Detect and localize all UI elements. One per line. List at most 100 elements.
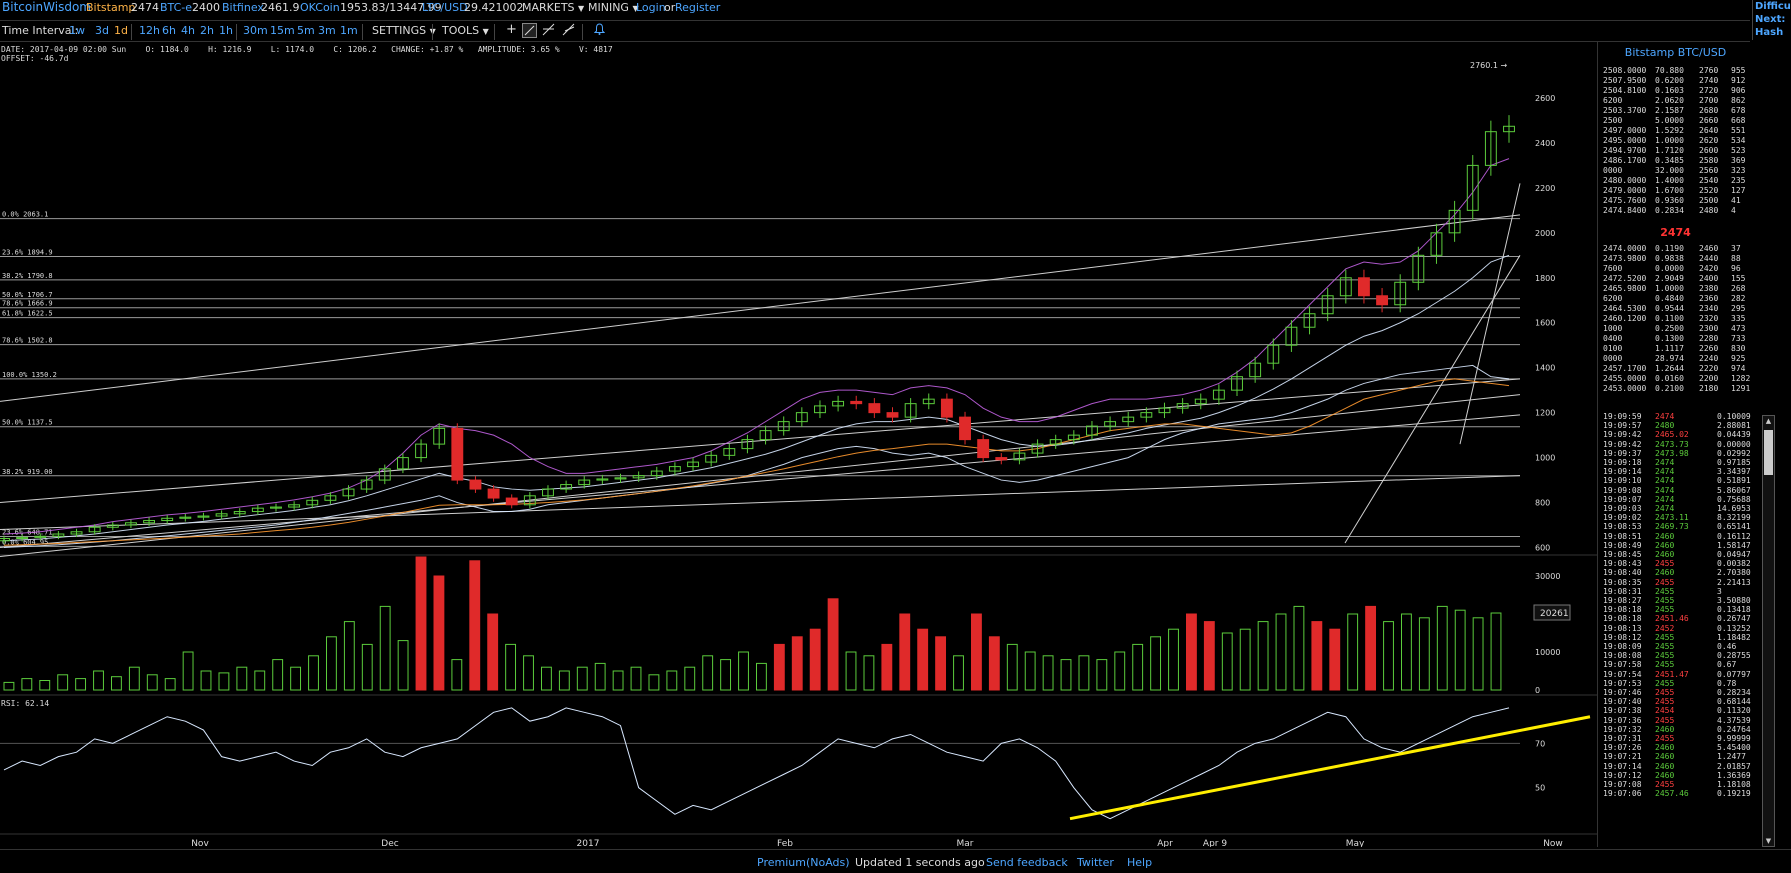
interval-3d[interactable]: 3d — [95, 24, 109, 37]
interval-2h[interactable]: 2h — [200, 24, 214, 37]
trade-cell: 2.70380 — [1717, 568, 1751, 578]
register-link[interactable]: Register — [675, 1, 720, 14]
crosshair-icon[interactable]: + — [506, 22, 517, 37]
interval-12h[interactable]: 12h — [139, 24, 160, 37]
twitter-link[interactable]: Twitter — [1077, 856, 1114, 869]
orderbook-cell: 551 — [1731, 126, 1746, 135]
trade-row: 19:09:14 2474 3.34397 — [1603, 467, 1751, 476]
orderbook-cell: 2640 — [1699, 126, 1719, 135]
bid-row: 0100 1.1117 2260 830 — [1603, 344, 1748, 354]
difficulty-label: Difficu — [1755, 1, 1791, 12]
trade-cell: 19:08:51 — [1603, 531, 1642, 541]
trade-row: 19:09:37 2473.98 0.02992 — [1603, 449, 1751, 458]
trade-cell: 2.21413 — [1717, 577, 1751, 587]
exchange-btce-link[interactable]: BTC-e — [160, 1, 192, 14]
interval-3m[interactable]: 3m — [318, 24, 336, 37]
difficulty-panel: Difficu Next: Hash Ra — [1752, 0, 1791, 40]
exchange-bitfinex-link[interactable]: Bitfinex — [222, 1, 264, 14]
trade-row: 19:08:12 2455 1.18482 — [1603, 633, 1751, 642]
interval-30m[interactable]: 30m — [243, 24, 268, 37]
premium-link[interactable]: Premium(NoAds) — [757, 856, 850, 869]
indicator-line-ma_orange — [3, 378, 1510, 546]
volume-bar — [343, 621, 355, 691]
orderbook-cell: 2508.0000 — [1603, 66, 1647, 75]
send-feedback-link[interactable]: Send feedback — [986, 856, 1068, 869]
orderbook-cell: 2.0620 — [1655, 96, 1684, 105]
trade-cell: 8.32199 — [1717, 513, 1751, 523]
orderbook-cell: 2472.5200 — [1603, 274, 1647, 283]
ask-row: 2503.3700 2.1587 2680 678 — [1603, 106, 1748, 116]
volume-bar — [845, 651, 857, 691]
interval-1h[interactable]: 1h — [219, 24, 233, 37]
orderbook-cell: 862 — [1731, 96, 1746, 105]
bell-icon[interactable] — [593, 23, 606, 38]
interval-1d[interactable]: 1d — [114, 24, 128, 37]
orderbook-cell: 2420 — [1699, 264, 1719, 273]
orderbook-title[interactable]: Bitstamp BTC/USD — [1598, 46, 1753, 59]
orderbook-cell: 830 — [1731, 344, 1746, 353]
orderbook-cell: 0.2500 — [1655, 324, 1684, 333]
mining-menu[interactable]: MINING ▼ — [588, 1, 639, 14]
trade-cell: 3.50880 — [1717, 596, 1751, 605]
mining-menu-label: MINING — [588, 1, 629, 14]
price-chart-area[interactable]: 0.0% 2063.1 23.6% 1894.9 38.2% 1790.8 50.0%… — [0, 42, 1597, 847]
chevron-down-icon: ▼ — [578, 4, 585, 13]
volume-bar — [1311, 621, 1323, 691]
price-axis-tick: 1400 — [1535, 364, 1555, 373]
bid-row: 0000 28.974 2240 925 — [1603, 354, 1748, 364]
trade-cell: 19:09:42 — [1603, 439, 1642, 449]
trade-cell: 0.28755 — [1717, 651, 1751, 661]
scroll-up-icon[interactable]: ▲ — [1764, 416, 1773, 426]
trade-row: 19:09:42 2465.02 0.04439 — [1603, 430, 1751, 439]
orderbook-cell: 733 — [1731, 334, 1746, 343]
trade-cell: 2460 — [1655, 752, 1675, 762]
exchange-okcoin-link[interactable]: OKCoin — [300, 1, 340, 14]
login-link[interactable]: Login — [636, 1, 666, 14]
tools-menu[interactable]: TOOLS ▼ — [442, 24, 489, 37]
settings-menu[interactable]: SETTINGS ▼ — [372, 24, 436, 37]
orderbook-cell: 0.0160 — [1655, 374, 1684, 383]
orderbook-cell: 0100 — [1603, 344, 1623, 353]
trades-scrollbar[interactable]: ▲ ▼ — [1762, 415, 1775, 847]
volume-bar — [164, 678, 176, 691]
volume-bar — [1257, 621, 1269, 691]
price-axis-tick: 1200 — [1535, 409, 1555, 418]
price-axis-tick: 600 — [1535, 544, 1550, 553]
draw-line-icon[interactable] — [522, 23, 537, 38]
orderbook-cell: 1291 — [1731, 384, 1751, 393]
volume-bar — [218, 672, 230, 691]
rsi-axis-tick: 50 — [1535, 784, 1545, 793]
scroll-down-icon[interactable]: ▼ — [1764, 836, 1773, 846]
trade-cell: 0.65141 — [1717, 522, 1751, 532]
exchange-ltcusd-link[interactable]: LTC/USD — [422, 1, 468, 14]
help-link[interactable]: Help — [1127, 856, 1152, 869]
orderbook-cell: 2300 — [1699, 324, 1719, 333]
exchange-bitstamp-link[interactable]: Bitstamp — [86, 1, 135, 14]
candle-body — [959, 416, 971, 441]
volume-bar — [1221, 632, 1233, 691]
orderbook-cell: 1.0000 — [1655, 284, 1684, 293]
interval-6h[interactable]: 6h — [162, 24, 176, 37]
settings-menu-label: SETTINGS — [372, 24, 427, 37]
interval-4h[interactable]: 4h — [181, 24, 195, 37]
interval-15m[interactable]: 15m — [270, 24, 295, 37]
trade-cell: 19:08:27 — [1603, 596, 1642, 605]
orderbook-cell: 925 — [1731, 354, 1746, 363]
volume-bar — [1365, 605, 1377, 691]
trade-row: 19:08:08 2455 0.28755 — [1603, 651, 1751, 661]
brand-logo-link[interactable]: BitcoinWisdom — [2, 0, 91, 14]
scrollbar-thumb[interactable] — [1764, 430, 1773, 475]
x-axis-tick: Dec — [381, 839, 398, 847]
markets-menu[interactable]: MARKETS ▼ — [522, 1, 584, 14]
orderbook-cell: 0000 — [1603, 354, 1623, 363]
ray-line-icon[interactable] — [542, 23, 555, 39]
fib-tool-icon[interactable] — [562, 23, 575, 39]
trade-cell: 19:08:08 — [1603, 651, 1642, 661]
interval-1m[interactable]: 1m — [340, 24, 358, 37]
interval-1w[interactable]: 1w — [69, 24, 85, 37]
fib-label: 38.2% 919.00 — [2, 468, 53, 476]
bell-glyph — [593, 23, 606, 35]
orderbook-cell: 2495.0000 — [1603, 136, 1647, 145]
trade-cell: 2460 — [1655, 724, 1675, 734]
interval-5m[interactable]: 5m — [297, 24, 315, 37]
